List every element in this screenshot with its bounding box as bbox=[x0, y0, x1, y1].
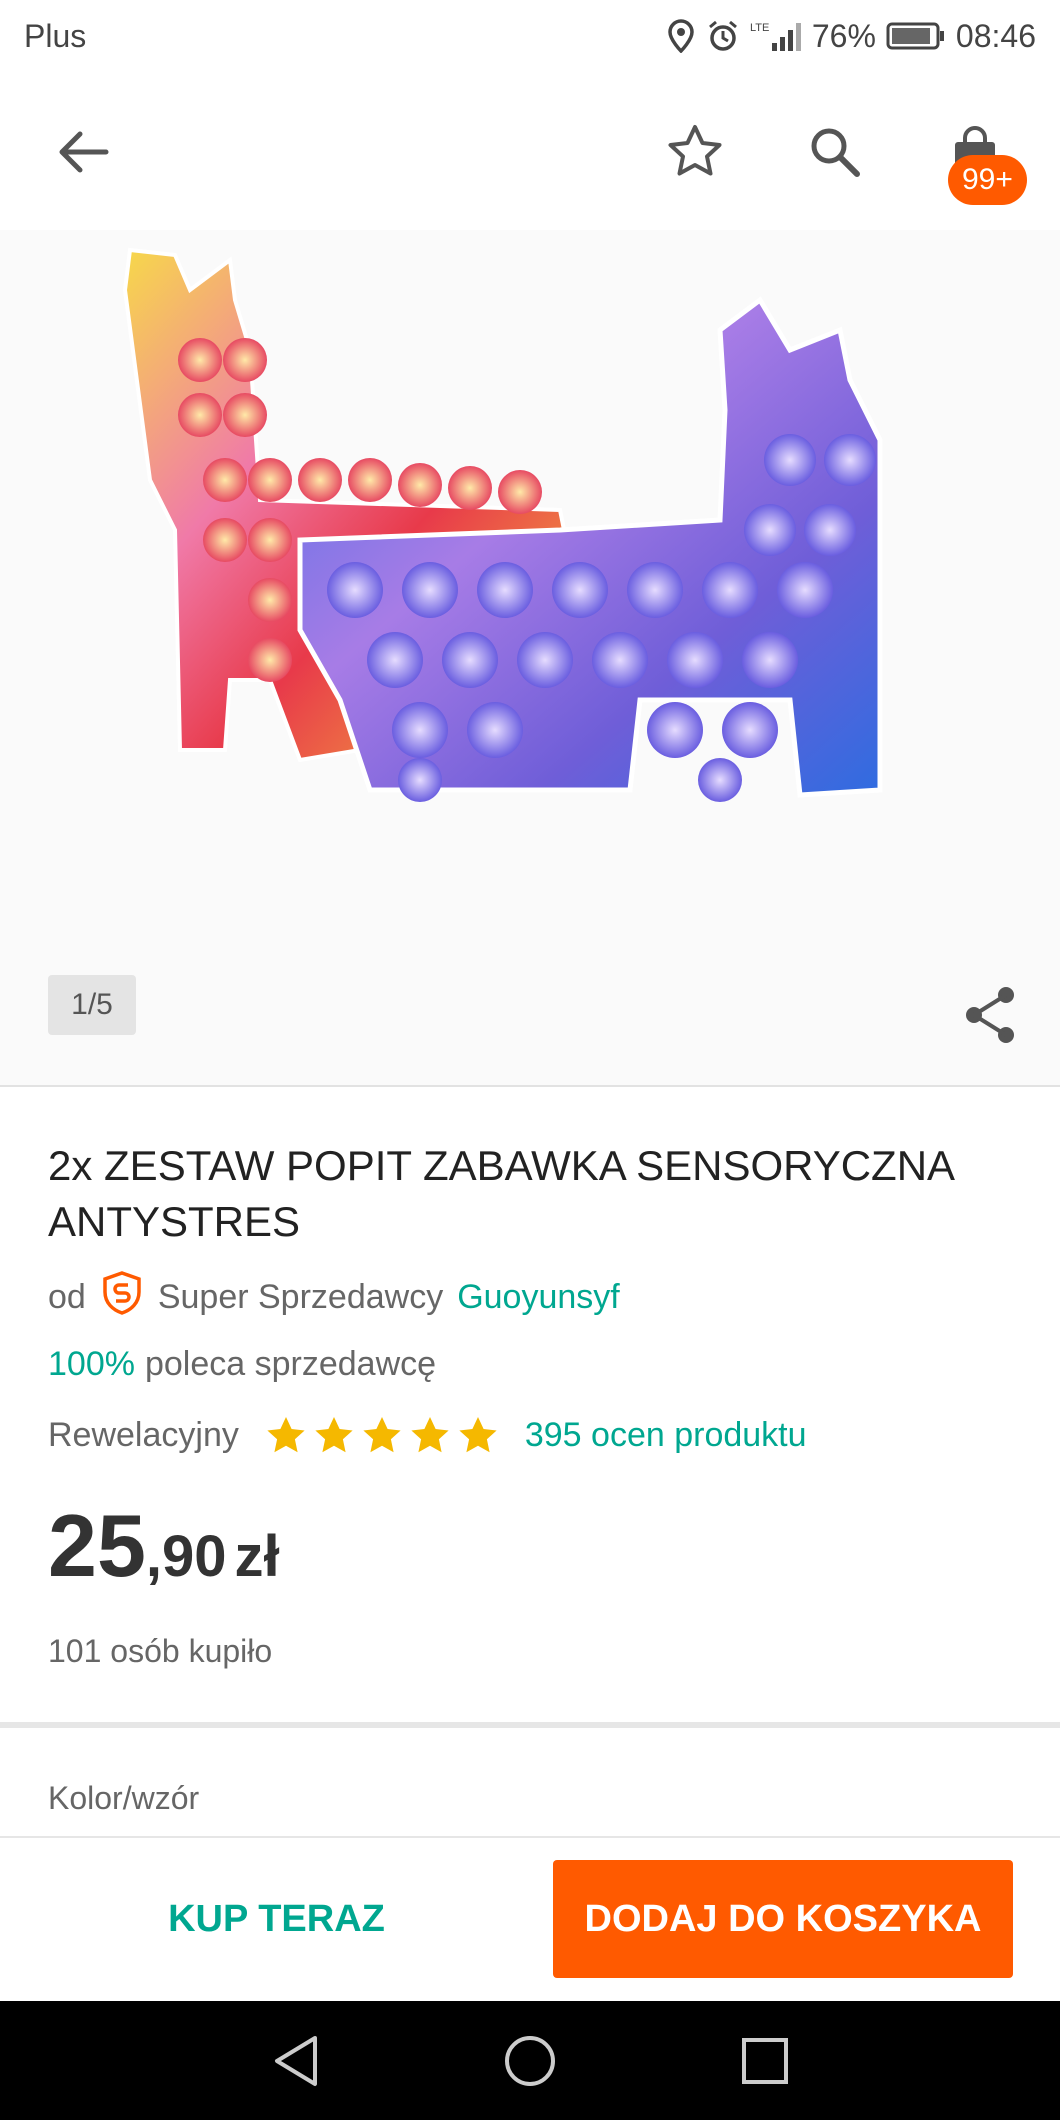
product-image-gallery[interactable] bbox=[0, 230, 1060, 1085]
buy-now-button[interactable]: KUP TERAZ bbox=[0, 1860, 553, 1978]
rating-count-link[interactable]: 395 ocen produktu bbox=[525, 1416, 807, 1455]
star-filled-icon bbox=[315, 1417, 353, 1453]
nav-back-button[interactable] bbox=[266, 2031, 326, 2091]
price-decimal: ,90 bbox=[145, 1524, 227, 1589]
super-seller-label: Super Sprzedawcy bbox=[157, 1278, 444, 1316]
signal-icon: LTE bbox=[750, 19, 802, 53]
price-currency: zł bbox=[234, 1524, 280, 1589]
price-integer: 25 bbox=[48, 1496, 146, 1595]
square-recents-icon bbox=[742, 2038, 788, 2084]
share-button[interactable] bbox=[955, 980, 1025, 1050]
seller-row: od Super Sprzedawcy Guoyunsyf bbox=[48, 1270, 620, 1325]
nav-recents-button[interactable] bbox=[735, 2031, 795, 2091]
alarm-icon bbox=[706, 19, 740, 53]
search-button[interactable] bbox=[795, 112, 875, 192]
back-button[interactable] bbox=[42, 112, 122, 192]
share-icon bbox=[966, 987, 1014, 1043]
seller-prefix: od bbox=[48, 1278, 86, 1316]
image-counter: 1/5 bbox=[48, 975, 136, 1035]
rating-stars bbox=[265, 1415, 499, 1455]
rating-row[interactable]: Rewelacyjny 395 ocen produktu bbox=[48, 1415, 807, 1455]
recommend-row: 100% poleca sprzedawcę bbox=[48, 1345, 436, 1384]
favorite-button[interactable] bbox=[655, 112, 735, 192]
bottom-action-bar: KUP TERAZ DODAJ DO KOSZYKA bbox=[0, 1836, 1060, 2001]
product-image bbox=[122, 247, 883, 802]
star-filled-icon bbox=[267, 1417, 305, 1453]
section-divider bbox=[0, 1722, 1060, 1728]
star-filled-icon bbox=[363, 1417, 401, 1453]
nav-home-button[interactable] bbox=[500, 2031, 560, 2091]
network-type-label: LTE bbox=[750, 22, 769, 34]
star-filled-icon bbox=[411, 1417, 449, 1453]
super-seller-icon bbox=[100, 1270, 144, 1325]
variant-label: Kolor/wzór bbox=[48, 1780, 200, 1816]
bought-count: 101 osób kupiło bbox=[48, 1633, 273, 1669]
price: 25,90 zł bbox=[48, 1495, 280, 1597]
product-title: 2x ZESTAW POPIT ZABAWKA SENSORYCZNA ANTY… bbox=[48, 1142, 953, 1245]
battery-percent: 76% bbox=[811, 17, 876, 54]
circle-home-icon bbox=[505, 2036, 555, 2086]
status-indicators: LTE 76% 08:46 bbox=[666, 18, 1036, 55]
divider bbox=[0, 1085, 1060, 1087]
battery-icon bbox=[886, 21, 946, 51]
status-bar: Plus LTE 76% 08:46 bbox=[0, 0, 1060, 72]
triangle-back-icon bbox=[275, 2036, 317, 2086]
star-filled-icon bbox=[459, 1417, 497, 1453]
back-arrow-icon bbox=[59, 131, 109, 173]
seller-name-link[interactable]: Guoyunsyf bbox=[457, 1278, 620, 1317]
cart-count-badge: 99+ bbox=[948, 155, 1027, 205]
system-nav-bar bbox=[0, 2001, 1060, 2120]
rating-label: Rewelacyjny bbox=[48, 1415, 239, 1454]
recommend-text: poleca sprzedawcę bbox=[144, 1345, 437, 1383]
add-to-cart-button[interactable]: DODAJ DO KOSZYKA bbox=[553, 1860, 1013, 1978]
location-icon bbox=[666, 19, 696, 53]
app-bar: 99+ bbox=[0, 100, 1060, 210]
star-icon bbox=[668, 125, 722, 176]
clock: 08:46 bbox=[955, 17, 1036, 54]
search-icon bbox=[811, 128, 860, 177]
recommend-percent: 100% bbox=[48, 1345, 135, 1383]
carrier-label: Plus bbox=[24, 17, 87, 54]
